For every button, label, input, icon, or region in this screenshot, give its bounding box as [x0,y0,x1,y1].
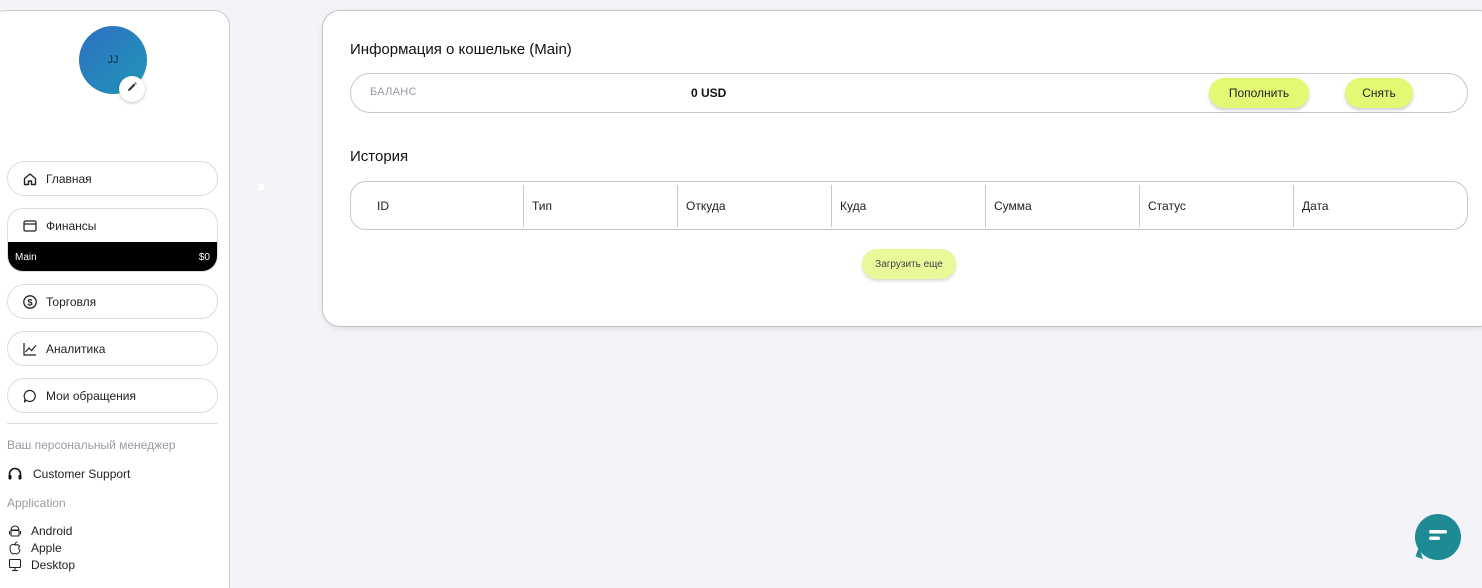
chart-line-icon [22,341,38,357]
home-icon [22,171,38,187]
history-title: История [350,148,409,165]
sidebar-item-label: Аналитика [46,341,106,356]
app-label: Desktop [31,558,76,572]
svg-text:$: $ [27,297,32,307]
sidebar-divider [7,423,218,424]
column-header-to[interactable]: Куда [831,184,985,227]
chat-icon [1427,528,1449,547]
app-link-apple[interactable]: Apple [7,540,62,556]
avatar-initials: JJ [107,54,119,66]
edit-avatar-button[interactable] [119,76,145,102]
column-header-id[interactable]: ID [351,185,523,227]
wallet-name: Main [15,251,37,263]
headset-icon [7,466,23,482]
sidebar-item-finance[interactable]: Финансы [8,209,217,242]
history-table-header: ID Тип Откуда Куда Сумма Статус Дата [350,181,1468,230]
wallet-card: Информация о кошельке (Main) БАЛАНС 0 US… [322,10,1482,327]
balance-row: БАЛАНС 0 USD Пополнить Снять [350,73,1468,113]
sidebar-item-analytics[interactable]: Аналитика [7,331,218,366]
sidebar-item-tickets[interactable]: Мои обращения [7,378,218,413]
sidebar-item-label: Финансы [46,218,97,233]
pencil-icon [126,80,138,98]
withdraw-button[interactable]: Снять [1345,78,1413,108]
column-header-status[interactable]: Статус [1139,184,1293,227]
column-header-date[interactable]: Дата [1293,184,1467,227]
monitor-icon [7,557,23,573]
dollar-circle-icon: $ [22,294,38,310]
app-link-android[interactable]: Android [7,523,72,539]
column-header-type[interactable]: Тип [523,184,677,227]
application-heading: Application [7,496,66,510]
app-link-desktop[interactable]: Desktop [7,557,75,573]
balance-value: 0 USD [691,86,727,100]
deposit-button[interactable]: Пополнить [1209,78,1309,108]
app-label: Apple [31,541,62,555]
decorative-dot [258,184,264,190]
load-more-button[interactable]: Загрузить еще [862,249,956,279]
sidebar-item-label: Мои обращения [46,388,136,403]
app-label: Android [31,524,73,538]
sidebar-group-finance: Финансы Main $0 [7,208,218,272]
balance-label: БАЛАНС [370,86,417,98]
wallet-amount: $0 [198,251,210,263]
chat-widget-button[interactable] [1415,514,1461,560]
sidebar-subitem-main-wallet[interactable]: Main $0 [8,242,217,271]
apple-icon [7,540,23,556]
chat-bubble-icon [22,388,38,404]
sidebar-item-label: Главная [46,171,92,186]
column-header-amount[interactable]: Сумма [985,184,1139,227]
manager-heading: Ваш персональный менеджер [7,438,176,452]
sidebar: JJ Главная Финансы Main $0 $ Торговля Ан… [0,10,230,588]
sidebar-item-home[interactable]: Главная [7,161,218,196]
wallet-title: Информация о кошельке (Main) [350,41,572,58]
sidebar-item-label: Торговля [46,294,97,309]
customer-support-link[interactable]: Customer Support [7,466,130,482]
support-label: Customer Support [33,467,131,481]
android-icon [7,523,23,539]
column-header-from[interactable]: Откуда [677,184,831,227]
sidebar-item-trading[interactable]: $ Торговля [7,284,218,319]
wallet-icon [22,218,38,234]
